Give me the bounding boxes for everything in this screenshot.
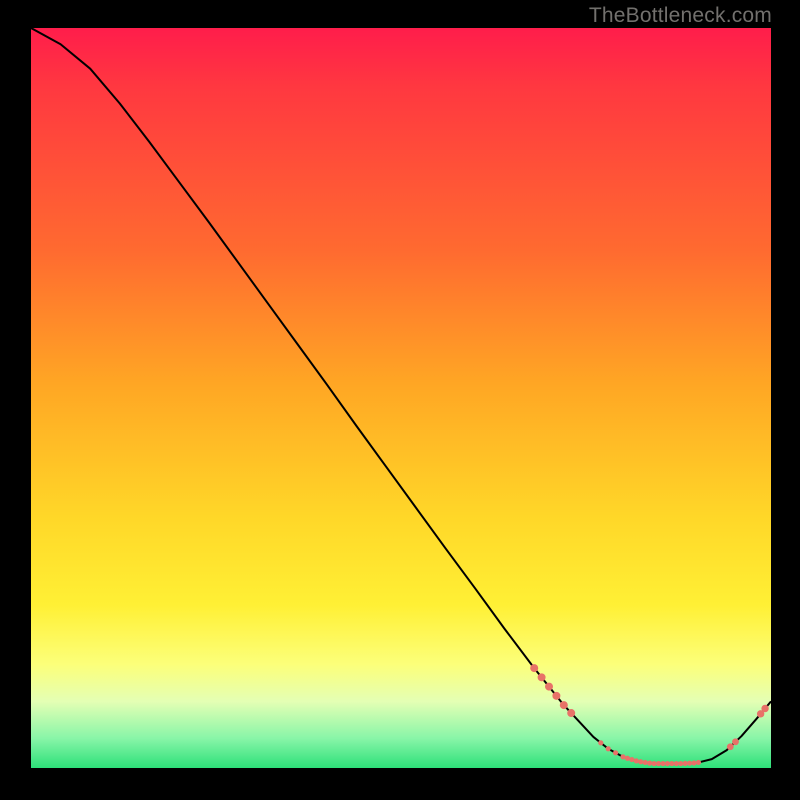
curve-marker: [620, 754, 625, 759]
curve-marker: [647, 761, 652, 766]
curve-marker: [691, 760, 696, 765]
curve-marker: [674, 761, 679, 766]
curve-marker: [727, 743, 734, 750]
curve-marker: [598, 740, 603, 745]
curve-markers: [530, 664, 769, 766]
curve-marker: [606, 746, 611, 751]
curve-marker: [696, 760, 701, 765]
curve-marker: [538, 673, 546, 681]
curve-marker: [665, 761, 670, 766]
curve-marker: [545, 683, 553, 691]
curve-marker: [687, 761, 692, 766]
curve-marker: [656, 761, 661, 766]
chart-stage: TheBottleneck.com: [0, 0, 800, 800]
curve-marker: [678, 761, 683, 766]
bottleneck-curve: [31, 28, 771, 764]
curve-marker: [651, 761, 656, 766]
curve-marker: [634, 758, 639, 763]
curve-marker: [761, 705, 768, 712]
curve-marker: [552, 692, 560, 700]
plot-area: [31, 28, 771, 768]
chart-svg: [31, 28, 771, 768]
curve-marker: [660, 761, 665, 766]
curve-marker: [530, 664, 538, 672]
curve-marker: [643, 760, 648, 765]
curve-marker: [638, 759, 643, 764]
curve-marker: [567, 709, 575, 717]
watermark-text: TheBottleneck.com: [589, 4, 772, 28]
curve-marker: [613, 750, 618, 755]
curve-marker: [683, 761, 688, 766]
curve-marker: [625, 756, 630, 761]
curve-marker: [560, 701, 568, 709]
curve-marker: [732, 738, 739, 745]
curve-marker: [629, 757, 634, 762]
curve-marker: [669, 761, 674, 766]
